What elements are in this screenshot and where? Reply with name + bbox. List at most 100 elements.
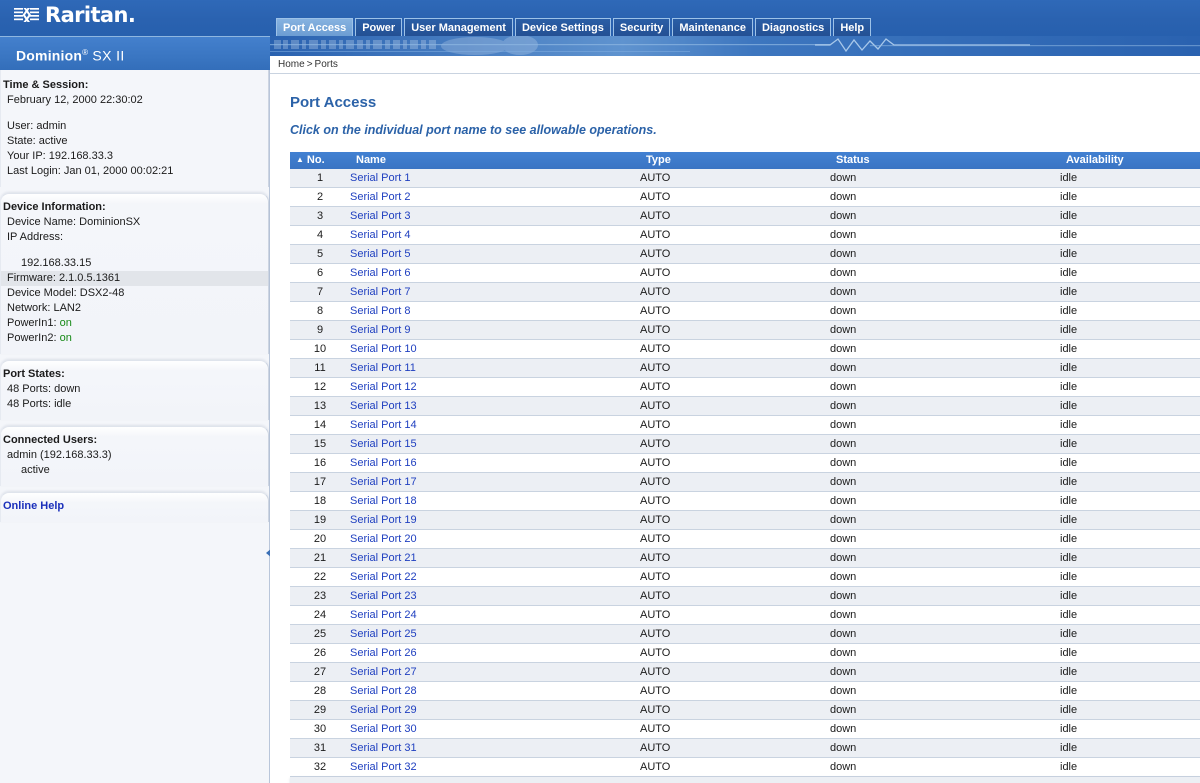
cell-port-name[interactable]: Serial Port 4: [350, 225, 640, 245]
cell-port-name[interactable]: Serial Port 2: [350, 187, 640, 207]
tab-diagnostics[interactable]: Diagnostics: [754, 18, 832, 37]
port-name-link[interactable]: Serial Port 24: [350, 609, 417, 621]
cell-port-availability: idle: [1060, 567, 1200, 587]
port-name-link[interactable]: Serial Port 26: [350, 647, 417, 659]
cell-port-name[interactable]: Serial Port 20: [350, 529, 640, 549]
port-name-link[interactable]: Serial Port 15: [350, 438, 417, 450]
port-name-link[interactable]: Serial Port 25: [350, 628, 417, 640]
cell-port-name[interactable]: Serial Port 10: [350, 339, 640, 359]
port-name-link[interactable]: Serial Port 16: [350, 457, 417, 469]
port-name-link[interactable]: Serial Port 2: [350, 191, 411, 203]
cell-port-availability: idle: [1060, 453, 1200, 473]
cell-port-name[interactable]: Serial Port 5: [350, 244, 640, 264]
cell-port-number: 26: [290, 643, 350, 663]
port-name-link[interactable]: Serial Port 6: [350, 267, 411, 279]
port-name-link[interactable]: Serial Port 32: [350, 761, 417, 773]
port-name-link[interactable]: Serial Port 22: [350, 571, 417, 583]
cell-port-type: AUTO: [640, 263, 830, 283]
tab-maintenance[interactable]: Maintenance: [672, 18, 753, 37]
column-header-type[interactable]: Type: [640, 152, 830, 169]
online-help-link[interactable]: Online Help: [1, 500, 64, 512]
port-name-link[interactable]: Serial Port 30: [350, 723, 417, 735]
port-name-link[interactable]: Serial Port 7: [350, 286, 411, 298]
cell-port-name[interactable]: Serial Port 24: [350, 605, 640, 625]
cell-port-availability: idle: [1060, 169, 1200, 188]
table-row: 28 Serial Port 28 AUTO down idle: [290, 681, 1200, 701]
cell-port-name[interactable]: Serial Port 19: [350, 510, 640, 530]
cell-port-name[interactable]: Serial Port 8: [350, 301, 640, 321]
cell-port-name[interactable]: Serial Port 25: [350, 624, 640, 644]
cell-port-status: down: [830, 453, 1060, 473]
port-name-link[interactable]: Serial Port 14: [350, 419, 417, 431]
cell-port-number: 29: [290, 700, 350, 720]
cell-port-name[interactable]: Serial Port 26: [350, 643, 640, 663]
cell-port-name[interactable]: Serial Port 21: [350, 548, 640, 568]
column-header-availability[interactable]: Availability: [1060, 152, 1200, 169]
port-name-link[interactable]: Serial Port 1: [350, 172, 411, 184]
port-name-link[interactable]: Serial Port 18: [350, 495, 417, 507]
port-name-link[interactable]: Serial Port 27: [350, 666, 417, 678]
tab-power[interactable]: Power: [355, 18, 403, 37]
cell-port-name[interactable]: Serial Port 31: [350, 738, 640, 758]
cell-port-availability: idle: [1060, 187, 1200, 207]
cell-port-name[interactable]: Serial Port 22: [350, 567, 640, 587]
cell-port-name[interactable]: Serial Port 30: [350, 719, 640, 739]
port-name-link[interactable]: Serial Port 28: [350, 685, 417, 697]
breadcrumb-home-link[interactable]: Home: [278, 59, 305, 70]
cell-port-name[interactable]: Serial Port 3: [350, 206, 640, 226]
tab-user-management[interactable]: User Management: [404, 18, 513, 37]
cell-port-name[interactable]: Serial Port 29: [350, 700, 640, 720]
cell-port-name[interactable]: Serial Port 28: [350, 681, 640, 701]
cell-port-name[interactable]: Serial Port 9: [350, 320, 640, 340]
cell-port-name[interactable]: Serial Port 14: [350, 415, 640, 435]
cell-port-name[interactable]: Serial Port 12: [350, 377, 640, 397]
cell-port-name[interactable]: Serial Port 17: [350, 472, 640, 492]
port-name-link[interactable]: Serial Port 21: [350, 552, 417, 564]
cell-port-number: 17: [290, 472, 350, 492]
port-states-down: 48 Ports: down: [7, 383, 81, 395]
column-header-no[interactable]: ▲ No.: [290, 152, 350, 169]
powerin2-value: on: [59, 332, 72, 344]
tab-security[interactable]: Security: [612, 18, 671, 37]
cell-port-name[interactable]: Serial Port 6: [350, 263, 640, 283]
port-name-link[interactable]: Serial Port 19: [350, 514, 417, 526]
cell-port-name[interactable]: Serial Port 18: [350, 491, 640, 511]
tab-port-access[interactable]: Port Access: [276, 18, 354, 37]
cell-port-number: 20: [290, 529, 350, 549]
port-name-link[interactable]: Serial Port 8: [350, 305, 411, 317]
cell-port-number: 7: [290, 282, 350, 302]
column-header-status[interactable]: Status: [830, 152, 1060, 169]
cell-port-name[interactable]: Serial Port 23: [350, 586, 640, 606]
cell-port-name[interactable]: Serial Port 11: [350, 358, 640, 378]
port-name-link[interactable]: Serial Port 5: [350, 248, 411, 260]
port-name-link[interactable]: Serial Port 12: [350, 381, 417, 393]
cell-port-name[interactable]: Serial Port 1: [350, 169, 640, 188]
cell-port-name[interactable]: Serial Port 32: [350, 757, 640, 777]
cell-port-name[interactable]: Serial Port 7: [350, 282, 640, 302]
session-user: User: admin: [7, 120, 67, 132]
cell-port-name[interactable]: Serial Port 15: [350, 434, 640, 454]
port-name-link[interactable]: Serial Port 13: [350, 400, 417, 412]
port-name-link[interactable]: Serial Port 31: [350, 742, 417, 754]
cell-port-name[interactable]: Serial Port 16: [350, 453, 640, 473]
port-name-link[interactable]: Serial Port 20: [350, 533, 417, 545]
tab-help[interactable]: Help: [833, 18, 872, 37]
cell-port-name[interactable]: Serial Port 27: [350, 662, 640, 682]
cell-port-number: 6: [290, 263, 350, 283]
cell-port-name[interactable]: Serial Port 13: [350, 396, 640, 416]
port-name-link[interactable]: Serial Port 3: [350, 210, 411, 222]
port-name-link[interactable]: Serial Port 4: [350, 229, 411, 241]
cell-port-availability: idle: [1060, 339, 1200, 359]
cell-port-number: 30: [290, 719, 350, 739]
port-name-link[interactable]: Serial Port 11: [350, 362, 416, 374]
raritan-logo: Raritan.: [14, 5, 136, 26]
port-name-link[interactable]: Serial Port 23: [350, 590, 417, 602]
port-name-link[interactable]: Serial Port 17: [350, 476, 417, 488]
powerin2-label: PowerIn2:: [7, 332, 57, 344]
cell-port-type: AUTO: [640, 206, 830, 226]
port-name-link[interactable]: Serial Port 29: [350, 704, 417, 716]
column-header-name[interactable]: Name: [350, 152, 640, 169]
port-name-link[interactable]: Serial Port 9: [350, 324, 411, 336]
tab-device-settings[interactable]: Device Settings: [514, 18, 611, 37]
port-name-link[interactable]: Serial Port 10: [350, 343, 417, 355]
